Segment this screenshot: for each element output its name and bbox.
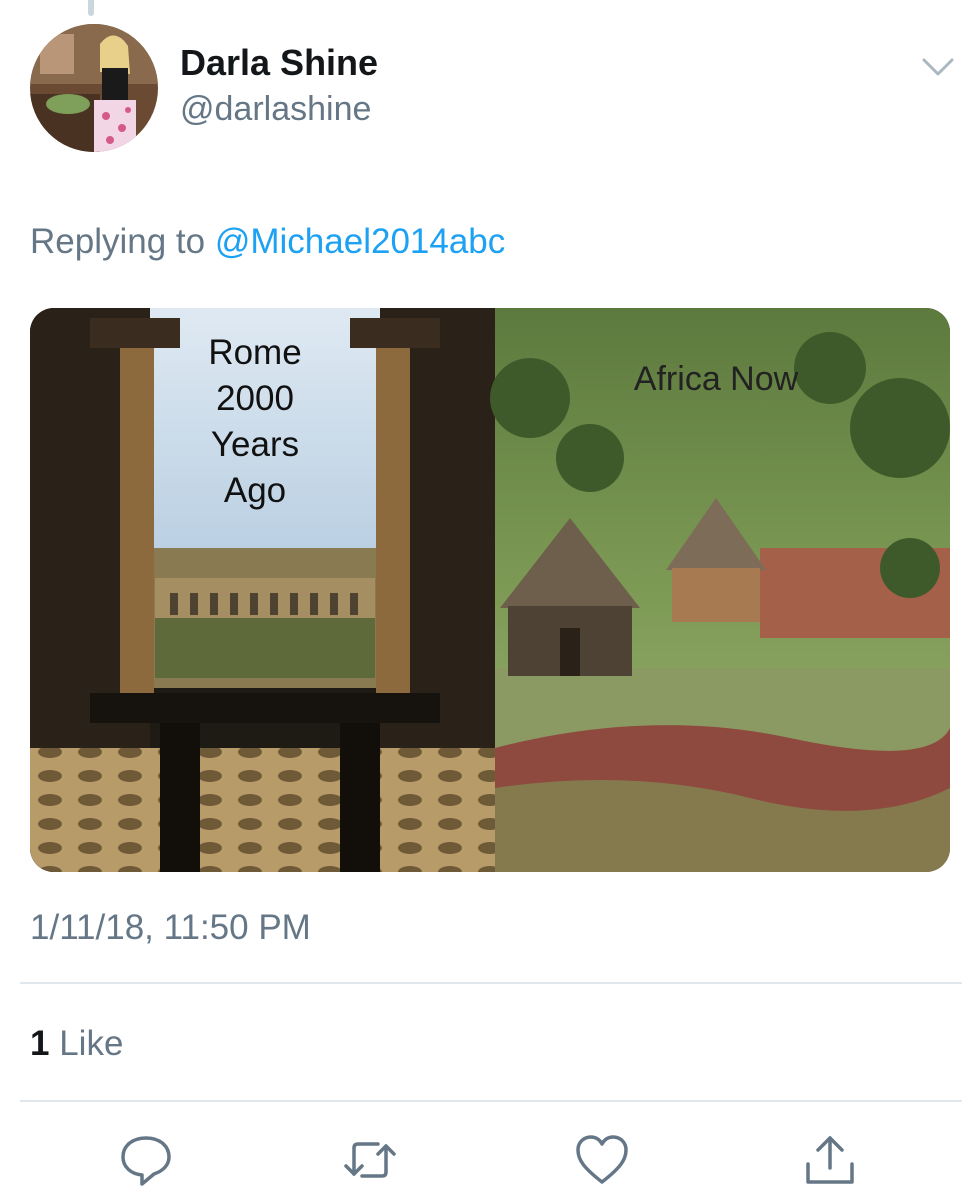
like-button[interactable] <box>572 1130 632 1190</box>
divider <box>20 982 962 984</box>
replying-to-label: Replying to <box>30 222 206 261</box>
share-icon <box>806 1136 854 1184</box>
reply-button[interactable] <box>116 1130 176 1190</box>
like-label: Like <box>59 1024 124 1063</box>
more-options-button[interactable] <box>918 52 958 82</box>
replying-to-mention-link[interactable]: @Michael2014abc <box>215 222 505 261</box>
share-button[interactable] <box>800 1130 860 1190</box>
profile-photo-icon <box>30 24 158 152</box>
author-handle[interactable]: @darlashine <box>180 90 371 129</box>
media-left-caption: Rome 2000 Years Ago <box>208 333 302 510</box>
retweet-icon <box>344 1142 396 1178</box>
like-stats-link[interactable]: 1 Like <box>30 1024 123 1064</box>
heart-icon <box>576 1135 628 1184</box>
like-count: 1 <box>30 1024 50 1063</box>
replying-to: Replying to @Michael2014abc <box>30 222 505 262</box>
tweet-timestamp[interactable]: 1/11/18, 11:50 PM <box>30 908 311 948</box>
thread-connector-line <box>88 0 94 16</box>
avatar[interactable] <box>30 24 158 152</box>
divider <box>20 1100 962 1102</box>
author-display-name[interactable]: Darla Shine <box>180 42 378 84</box>
chevron-down-icon <box>922 58 954 76</box>
reply-icon <box>121 1136 171 1186</box>
media-right-caption: Africa Now <box>633 360 799 398</box>
retweet-button[interactable] <box>340 1130 400 1190</box>
